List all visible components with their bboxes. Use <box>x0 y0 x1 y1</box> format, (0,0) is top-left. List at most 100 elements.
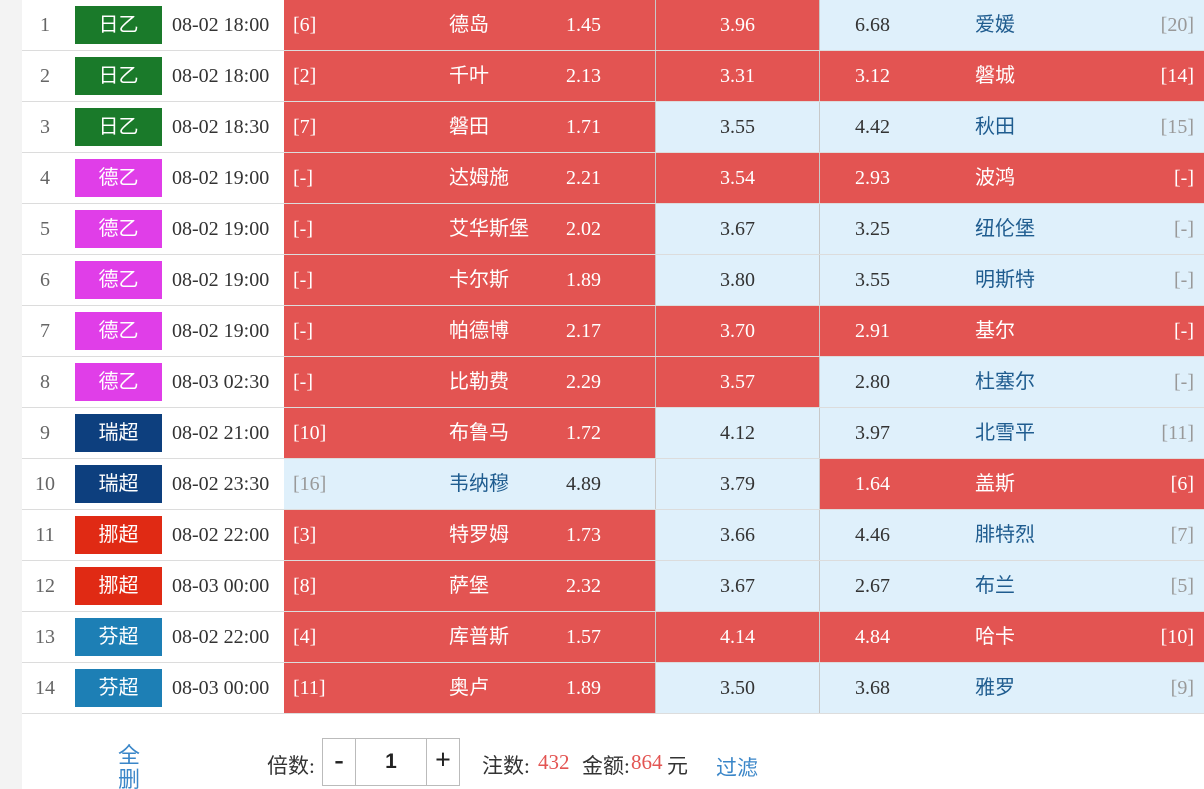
match-number: 8 <box>40 371 50 393</box>
multiplier-input[interactable] <box>356 738 426 786</box>
away-win-option[interactable]: 4.84 哈卡 [10] <box>820 612 1204 662</box>
amount-unit: 元 <box>667 754 688 778</box>
home-win-option[interactable]: [11] 奥卢 1.89 <box>284 663 656 713</box>
match-number: 5 <box>40 218 50 240</box>
draw-odds: 3.70 <box>720 320 755 342</box>
away-odds: 2.67 <box>855 575 890 597</box>
draw-option[interactable]: 3.57 <box>656 357 820 407</box>
home-odds: 4.89 <box>566 473 601 495</box>
away-win-option[interactable]: 3.55 明斯特 [-] <box>820 255 1204 305</box>
away-team: 腓特烈 <box>975 524 1035 546</box>
home-odds: 2.32 <box>566 575 601 597</box>
league-badge: 德乙 <box>75 363 162 401</box>
home-rank: [2] <box>293 65 317 87</box>
match-time: 08-02 18:00 <box>172 14 270 36</box>
home-team: 萨堡 <box>449 575 489 597</box>
away-win-option[interactable]: 3.97 北雪平 [11] <box>820 408 1204 458</box>
match-row: 14 芬超 08-03 00:00 [11] 奥卢 1.89 3.50 3.68 雅罗 [9] <box>22 663 1204 714</box>
home-rank: [11] <box>293 677 326 699</box>
home-rank: [-] <box>293 269 313 291</box>
bet-slip-panel: 1 日乙 08-02 18:00 [6] 德岛 1.45 3.96 6.68 爱媛 [20] 2 日乙… <box>22 0 1204 789</box>
home-win-option[interactable]: [6] 德岛 1.45 <box>284 0 656 50</box>
away-win-option[interactable]: 2.67 布兰 [5] <box>820 561 1204 611</box>
draw-option[interactable]: 3.31 <box>656 51 820 101</box>
league-badge: 瑞超 <box>75 414 162 452</box>
home-team: 比勒费 <box>449 371 509 393</box>
draw-option[interactable]: 3.80 <box>656 255 820 305</box>
away-win-option[interactable]: 4.42 秋田 [15] <box>820 102 1204 152</box>
match-row: 4 德乙 08-02 19:00 [-] 达姆施 2.21 3.54 2.93 波鸿 [-] <box>22 153 1204 204</box>
match-time: 08-03 00:00 <box>172 575 270 597</box>
home-rank: [-] <box>293 167 313 189</box>
draw-option[interactable]: 3.67 <box>656 204 820 254</box>
away-win-option[interactable]: 1.64 盖斯 [6] <box>820 459 1204 509</box>
away-odds: 3.68 <box>855 677 890 699</box>
away-rank: [10] <box>1160 626 1194 648</box>
draw-option[interactable]: 4.14 <box>656 612 820 662</box>
home-win-option[interactable]: [10] 布鲁马 1.72 <box>284 408 656 458</box>
draw-odds: 4.12 <box>720 422 755 444</box>
filter-link[interactable]: 过滤 <box>716 752 758 782</box>
away-win-option[interactable]: 6.68 爱媛 [20] <box>820 0 1204 50</box>
draw-option[interactable]: 3.96 <box>656 0 820 50</box>
match-row: 3 日乙 08-02 18:30 [7] 磐田 1.71 3.55 4.42 秋田 [15] <box>22 102 1204 153</box>
home-win-option[interactable]: [16] 韦纳穆 4.89 <box>284 459 656 509</box>
match-time: 08-02 19:00 <box>172 218 270 240</box>
amount-label: 金额: <box>582 754 630 778</box>
away-team: 雅罗 <box>975 677 1015 699</box>
home-win-option[interactable]: [-] 比勒费 2.29 <box>284 357 656 407</box>
draw-odds: 3.57 <box>720 371 755 393</box>
home-win-option[interactable]: [2] 千叶 2.13 <box>284 51 656 101</box>
draw-option[interactable]: 3.50 <box>656 663 820 713</box>
draw-option[interactable]: 3.67 <box>656 561 820 611</box>
away-win-option[interactable]: 2.80 杜塞尔 [-] <box>820 357 1204 407</box>
draw-option[interactable]: 3.79 <box>656 459 820 509</box>
away-odds: 2.91 <box>855 320 890 342</box>
amount-value: 864 <box>631 750 663 774</box>
home-win-option[interactable]: [7] 磐田 1.71 <box>284 102 656 152</box>
away-team: 波鸿 <box>975 167 1015 189</box>
away-win-option[interactable]: 3.25 纽伦堡 [-] <box>820 204 1204 254</box>
league-badge: 挪超 <box>75 567 162 605</box>
home-rank: [6] <box>293 14 317 36</box>
draw-option[interactable]: 3.66 <box>656 510 820 560</box>
away-rank: [-] <box>1174 269 1194 291</box>
match-row: 11 挪超 08-02 22:00 [3] 特罗姆 1.73 3.66 4.46 腓特烈 [7] <box>22 510 1204 561</box>
home-win-option[interactable]: [8] 萨堡 2.32 <box>284 561 656 611</box>
away-rank: [7] <box>1170 524 1194 546</box>
draw-option[interactable]: 3.70 <box>656 306 820 356</box>
home-win-option[interactable]: [3] 特罗姆 1.73 <box>284 510 656 560</box>
home-win-option[interactable]: [-] 卡尔斯 1.89 <box>284 255 656 305</box>
match-row: 12 挪超 08-03 00:00 [8] 萨堡 2.32 3.67 2.67 布兰 [5] <box>22 561 1204 612</box>
away-win-option[interactable]: 2.93 波鸿 [-] <box>820 153 1204 203</box>
multiplier-decrease-button[interactable]: - <box>322 738 356 786</box>
home-rank: [3] <box>293 524 317 546</box>
home-win-option[interactable]: [4] 库普斯 1.57 <box>284 612 656 662</box>
away-win-option[interactable]: 2.91 基尔 [-] <box>820 306 1204 356</box>
multiplier-label: 倍数: <box>267 754 315 778</box>
away-team: 盖斯 <box>975 473 1015 495</box>
clear-all-link[interactable]: 全删 <box>118 744 142 789</box>
home-win-option[interactable]: [-] 帕德博 2.17 <box>284 306 656 356</box>
away-odds: 3.55 <box>855 269 890 291</box>
match-time: 08-02 22:00 <box>172 626 270 648</box>
away-win-option[interactable]: 3.68 雅罗 [9] <box>820 663 1204 713</box>
away-rank: [9] <box>1170 677 1194 699</box>
draw-option[interactable]: 3.55 <box>656 102 820 152</box>
home-odds: 2.13 <box>566 65 601 87</box>
draw-option[interactable]: 3.54 <box>656 153 820 203</box>
match-row: 10 瑞超 08-02 23:30 [16] 韦纳穆 4.89 3.79 1.64 盖斯 [6] <box>22 459 1204 510</box>
away-team: 北雪平 <box>975 422 1035 444</box>
match-time: 08-02 18:30 <box>172 116 270 138</box>
home-team: 帕德博 <box>449 320 509 342</box>
away-win-option[interactable]: 4.46 腓特烈 [7] <box>820 510 1204 560</box>
home-win-option[interactable]: [-] 达姆施 2.21 <box>284 153 656 203</box>
multiplier-increase-button[interactable]: + <box>426 738 460 786</box>
draw-option[interactable]: 4.12 <box>656 408 820 458</box>
draw-odds: 3.66 <box>720 524 755 546</box>
home-win-option[interactable]: [-] 艾华斯堡 2.02 <box>284 204 656 254</box>
league-badge: 挪超 <box>75 516 162 554</box>
away-rank: [11] <box>1161 422 1194 444</box>
away-win-option[interactable]: 3.12 磐城 [14] <box>820 51 1204 101</box>
match-time: 08-02 21:00 <box>172 422 270 444</box>
